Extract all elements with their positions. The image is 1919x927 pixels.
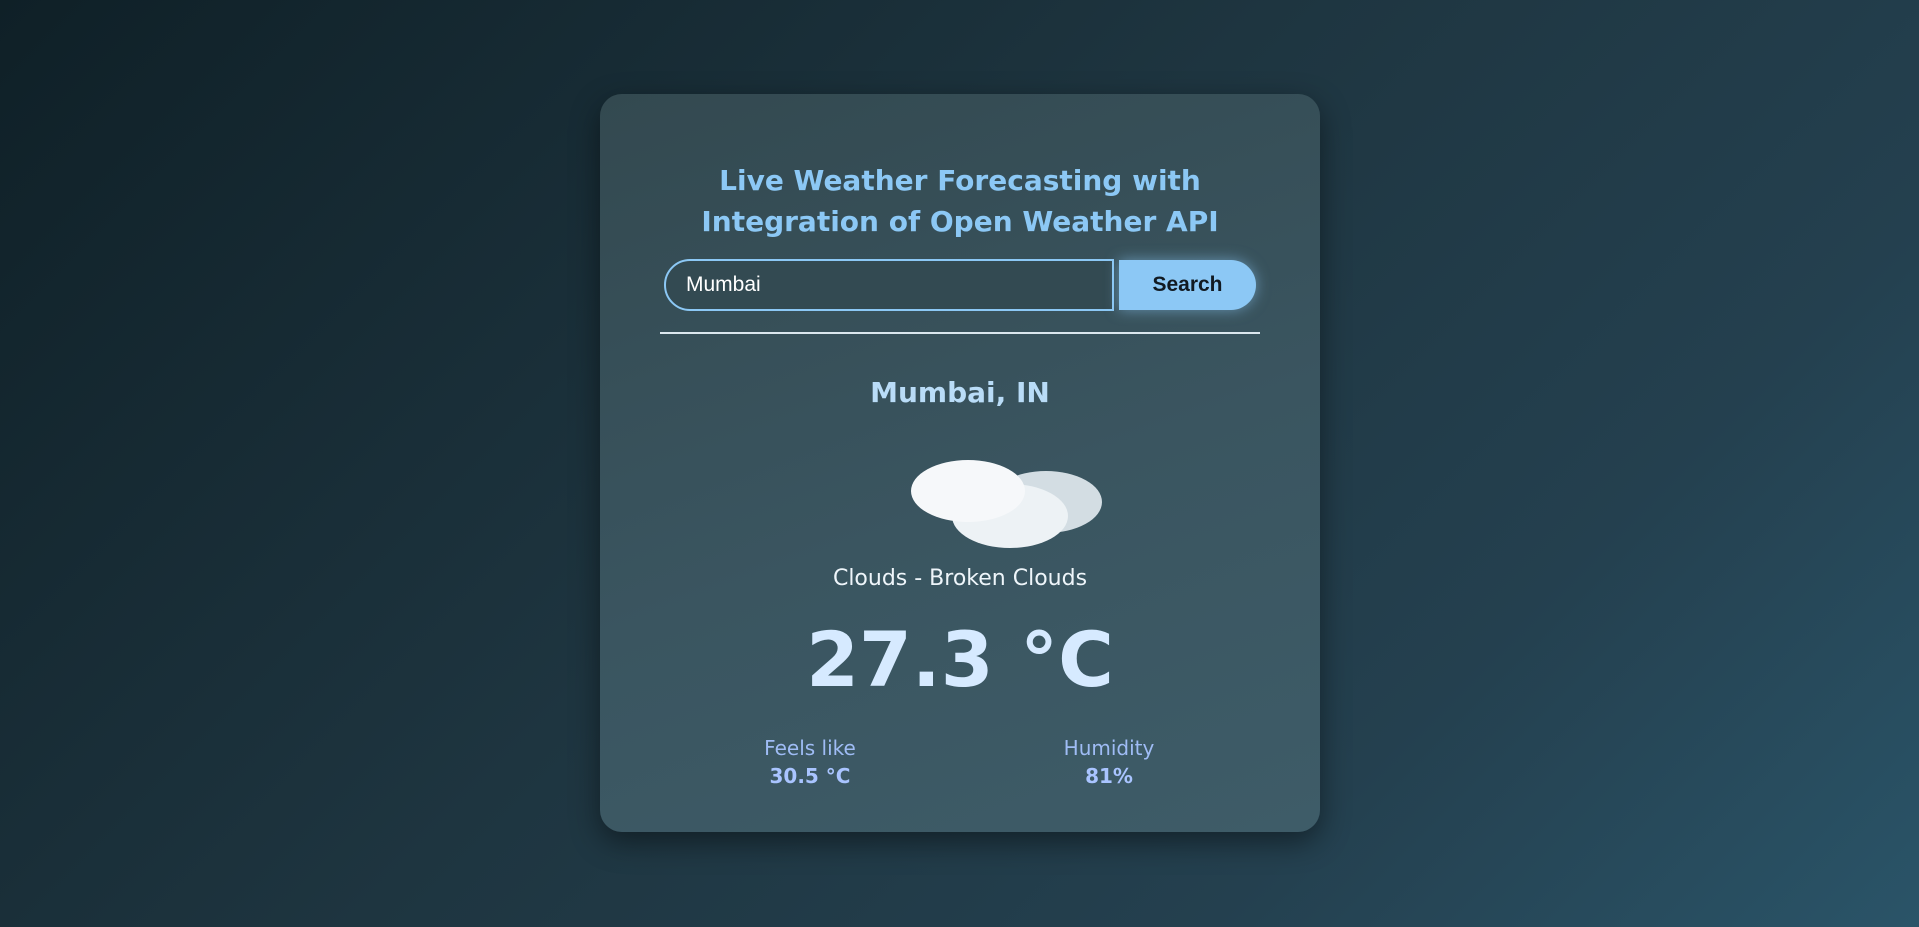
divider — [660, 332, 1260, 334]
humidity-label: Humidity — [1063, 736, 1155, 760]
feels-like-label: Feels like — [764, 736, 856, 760]
temperature-value: 27.3 °C — [806, 615, 1114, 704]
broken-clouds-icon — [911, 460, 1102, 548]
city-search-input[interactable] — [664, 259, 1114, 311]
humidity-value: 81% — [1085, 764, 1133, 788]
app-title: Live Weather Forecasting with Integratio… — [701, 164, 1219, 238]
search-bar: Search — [664, 259, 1256, 311]
humidity-stat: Humidity 81% — [1009, 734, 1209, 790]
search-button[interactable]: Search — [1119, 260, 1256, 310]
weather-card: Live Weather Forecasting with Integratio… — [600, 94, 1320, 832]
location-name: Mumbai, IN — [870, 376, 1050, 409]
feels-like-value: 30.5 °C — [769, 764, 851, 788]
feels-like-stat: Feels like 30.5 °C — [710, 734, 910, 790]
weather-description: Clouds - Broken Clouds — [832, 566, 1088, 591]
